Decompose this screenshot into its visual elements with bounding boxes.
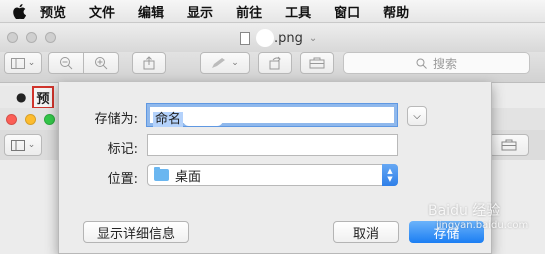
rotate-icon [269,56,281,70]
save-dialog: 存储为: 命名 ⌵ 标记: 位置: 桌面 ▲ ▼ 显示详细信息 取消 存储 [58,82,492,254]
rotate-button[interactable] [258,52,292,74]
show-details-button[interactable]: 显示详细信息 [83,221,189,243]
window-titlebar: .png ⌄ [0,24,545,52]
share-button[interactable] [132,52,166,74]
background-traffic-lights [6,114,55,125]
watermark: Baidu 经验 jingyan.baidu.com [428,200,528,231]
background-sidebar-toggle-button[interactable]: ⌄ [4,134,42,156]
sidebar-icon [10,57,25,69]
toolbar: ⌄ ⌄ 搜索 [0,52,545,83]
menu-item-view[interactable]: 显示 [187,2,213,21]
redacted-name [256,29,274,47]
save-as-label: 存储为: [94,112,138,127]
menu-item-help[interactable]: 帮助 [383,2,409,21]
menu-bar: 预览 文件 编辑 显示 前往 工具 窗口 帮助 [0,0,545,23]
traffic-lights [7,32,56,43]
tags-label: 标记: [107,142,138,157]
search-placeholder: 搜索 [432,56,457,71]
zoom-in-icon [95,57,108,70]
zoom-out-icon [60,57,73,70]
markup-button[interactable]: ⌄ [200,52,250,74]
folder-icon [154,167,169,181]
popup-arrows-icon: ▲ ▼ [382,164,398,186]
redacted-name [183,113,224,126]
menu-item-preview[interactable]: 预览 [40,2,66,21]
highlighted-menu-item[interactable]: 预 [32,85,54,109]
location-select[interactable]: 桌面 ▲ ▼ [147,164,398,186]
menu-item-go[interactable]: 前往 [236,2,262,21]
search-icon [416,58,427,69]
toolbox-button[interactable] [300,52,334,74]
sidebar-toggle-button[interactable]: ⌄ [4,52,42,74]
sidebar-icon [10,139,25,151]
cancel-button[interactable]: 取消 [333,221,399,243]
location-label: 位置: [107,172,138,187]
menu-item-tools[interactable]: 工具 [285,2,311,21]
zoom-button[interactable] [45,32,56,43]
chevron-down-icon: ⌄ [308,32,318,44]
menu-item-file[interactable]: 文件 [89,2,115,21]
menu-item-window[interactable]: 窗口 [334,2,360,21]
close-button[interactable] [7,32,18,43]
background-minimize-button[interactable] [25,114,36,125]
zoom-in-button[interactable] [83,52,119,74]
expand-dialog-button[interactable]: ⌵ [407,106,427,126]
pen-icon [212,58,226,68]
zoom-out-button[interactable] [48,52,84,74]
back-menubar: ● 预 [0,85,58,109]
background-toolbox-button[interactable] [489,134,529,156]
tags-input[interactable] [147,134,398,156]
watermark-line2: jingyan.baidu.com [436,220,529,231]
save-as-input[interactable]: 命名 [147,104,397,127]
menu-item-edit[interactable]: 编辑 [138,2,164,21]
minimize-button[interactable] [26,32,37,43]
save-as-value: 命名 [153,112,184,127]
apple-logo-icon-back: ● [16,90,27,104]
search-field[interactable]: 搜索 [343,52,530,74]
document-title-text: .png [274,30,303,46]
chevron-down-icon: ⌵ [413,110,421,122]
watermark-line1: Baidu 经验 [428,203,501,219]
document-title[interactable]: .png ⌄ [240,29,317,47]
toolbox-icon [501,139,517,151]
background-close-button[interactable] [6,114,17,125]
apple-logo-icon[interactable] [12,3,26,19]
share-icon [143,56,155,70]
png-file-icon [240,31,250,45]
toolbox-icon [309,57,325,69]
background-zoom-button[interactable] [44,114,55,125]
location-value: 桌面 [175,169,202,185]
